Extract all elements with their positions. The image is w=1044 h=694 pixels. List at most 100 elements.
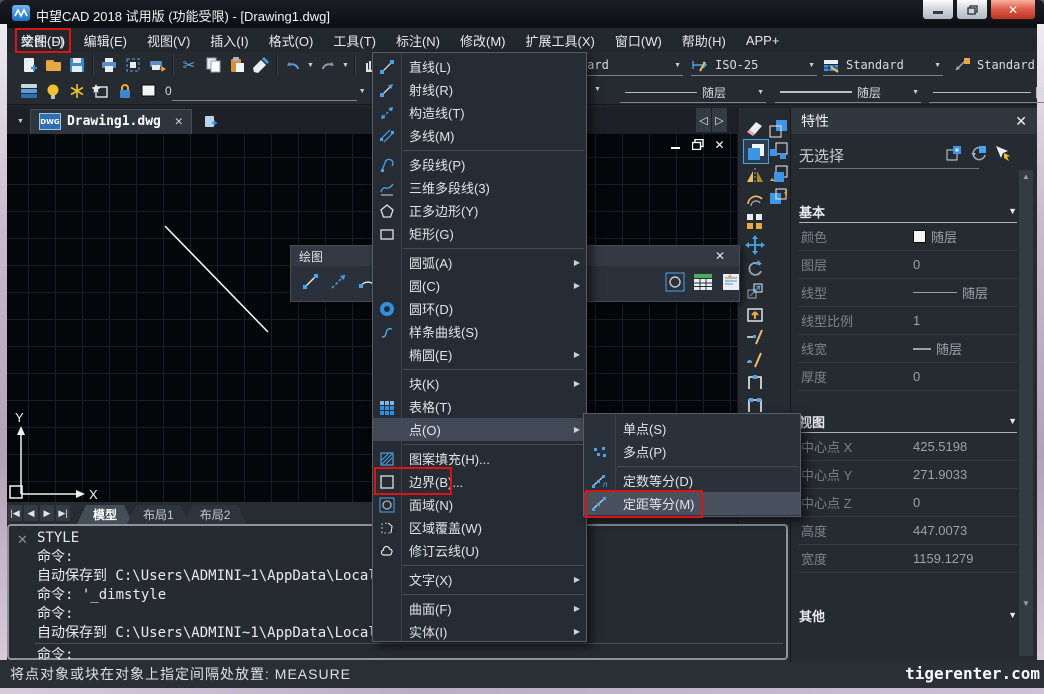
trim-icon[interactable] bbox=[743, 325, 767, 348]
prop-row-linetype-scale[interactable]: 线型比例 1 bbox=[799, 307, 1017, 335]
menu-dimension[interactable]: 标注(N) bbox=[390, 28, 446, 53]
layer-on-bulb-icon[interactable] bbox=[41, 80, 65, 102]
prop-row-height[interactable]: 高度 447.0073 bbox=[799, 517, 1017, 545]
last-tab-button[interactable]: ▶| bbox=[56, 505, 70, 521]
menu-item-ellipse[interactable]: 椭圆(E) ▶ bbox=[373, 343, 586, 366]
open-file-button[interactable] bbox=[41, 54, 65, 76]
menu-item-arc[interactable]: 圆弧(A) ▶ bbox=[373, 251, 586, 274]
section-other-header[interactable]: 其他▼ bbox=[799, 604, 1017, 626]
redo-dropdown-icon[interactable]: ▼ bbox=[340, 62, 351, 69]
menu-item-circle[interactable]: 圆(C) ▶ bbox=[373, 274, 586, 297]
quick-select-icon[interactable] bbox=[945, 144, 963, 167]
tab-model[interactable]: 模型 bbox=[77, 505, 133, 524]
menu-item-revision-cloud[interactable]: 修订云线(U) bbox=[373, 539, 586, 562]
menu-item-polyline[interactable]: 多段线(P) bbox=[373, 153, 586, 176]
menu-item-text[interactable]: 文字(X) ▶ bbox=[373, 568, 586, 591]
dim-style-dropdown[interactable]: ISO-25 ▼ bbox=[691, 55, 817, 76]
send-to-back-icon[interactable] bbox=[766, 139, 790, 162]
mtext-tool-icon[interactable] bbox=[719, 270, 743, 294]
next-tab-button[interactable]: ▶ bbox=[40, 505, 54, 521]
prop-row-center-y[interactable]: 中心点 Y 271.9033 bbox=[799, 461, 1017, 489]
stretch-icon[interactable] bbox=[743, 302, 767, 325]
submenu-item-divide[interactable]: n 定数等分(D) bbox=[584, 469, 800, 492]
line-tool-icon[interactable] bbox=[299, 270, 323, 294]
tab-layout1[interactable]: 布局1 bbox=[127, 505, 190, 524]
floating-toolbar-close-icon[interactable]: ✕ bbox=[715, 249, 725, 263]
prop-row-thickness[interactable]: 厚度 0 bbox=[799, 363, 1017, 391]
scroll-up-icon[interactable]: ▲ bbox=[1019, 172, 1033, 181]
menu-view[interactable]: 视图(V) bbox=[141, 28, 196, 53]
xline-tool-icon[interactable] bbox=[327, 270, 351, 294]
tab-scroll-left-button[interactable]: ◁ bbox=[696, 108, 711, 132]
layer-new-icon[interactable] bbox=[89, 80, 113, 102]
prop-row-center-z[interactable]: 中心点 Z 0 bbox=[799, 489, 1017, 517]
break-at-point-icon[interactable] bbox=[743, 371, 767, 394]
layer-color-swatch[interactable] bbox=[137, 80, 161, 102]
region-tool-icon[interactable] bbox=[663, 270, 687, 294]
move-icon[interactable] bbox=[743, 233, 767, 256]
undo-icon[interactable] bbox=[281, 54, 305, 76]
bring-above-icon[interactable] bbox=[766, 162, 790, 185]
table-tool-icon[interactable] bbox=[691, 270, 715, 294]
menu-item-block[interactable]: 块(K) ▶ bbox=[373, 372, 586, 395]
undo-dropdown-icon[interactable]: ▼ bbox=[305, 62, 316, 69]
menu-item-line[interactable]: 直线(L) bbox=[373, 55, 586, 78]
prop-row-width[interactable]: 宽度 1159.1279 bbox=[799, 545, 1017, 573]
menu-item-point[interactable]: 点(O) ▶ bbox=[373, 418, 586, 441]
erase-icon[interactable] bbox=[743, 116, 767, 139]
new-file-button[interactable] bbox=[17, 54, 41, 76]
plot-button[interactable] bbox=[145, 54, 169, 76]
menu-item-region[interactable]: 面域(N) bbox=[373, 493, 586, 516]
prop-row-center-x[interactable]: 中心点 X 425.5198 bbox=[799, 433, 1017, 461]
menu-item-wipeout[interactable]: 区域覆盖(W) bbox=[373, 516, 586, 539]
plotstyle-dropdown-partial[interactable]: 随层 bbox=[929, 82, 1044, 103]
save-button[interactable] bbox=[65, 54, 89, 76]
redo-icon[interactable] bbox=[316, 54, 340, 76]
offset-icon[interactable] bbox=[743, 187, 767, 210]
doc-list-dropdown-icon[interactable]: ▼ bbox=[15, 118, 26, 125]
new-doc-tab-button[interactable] bbox=[198, 110, 222, 132]
prev-tab-button[interactable]: ◀ bbox=[24, 505, 38, 521]
color-dropdown-arrow[interactable]: ▼ bbox=[592, 86, 603, 93]
prop-row-color[interactable]: 颜色 随层 bbox=[799, 223, 1017, 251]
menu-format[interactable]: 格式(O) bbox=[263, 28, 320, 53]
table-style-dropdown[interactable]: Standard ▼ bbox=[823, 55, 943, 76]
array-icon[interactable] bbox=[743, 210, 767, 233]
scale-icon[interactable] bbox=[743, 279, 767, 302]
section-basic-header[interactable]: 基本▼ bbox=[799, 200, 1017, 223]
layer-freeze-icon[interactable] bbox=[65, 80, 89, 102]
print-button[interactable] bbox=[97, 54, 121, 76]
tab-scroll-right-button[interactable]: ▷ bbox=[712, 108, 727, 132]
doc-tab-drawing1[interactable]: DWG Drawing1.dwg ✕ bbox=[30, 109, 192, 134]
menu-item-polygon[interactable]: 正多边形(Y) bbox=[373, 199, 586, 222]
rotate-icon[interactable] bbox=[743, 256, 767, 279]
extend-icon[interactable] bbox=[743, 348, 767, 371]
prop-row-lineweight[interactable]: 线宽 随层 bbox=[799, 335, 1017, 363]
lineweight-dropdown[interactable]: 随层 ▼ bbox=[775, 82, 921, 103]
doc-tab-close-icon[interactable]: ✕ bbox=[175, 114, 183, 129]
layer-manager-icon[interactable] bbox=[17, 80, 41, 102]
menu-draw[interactable]: 绘图(D) bbox=[15, 28, 71, 53]
command-close-icon[interactable]: ✕ bbox=[17, 532, 28, 548]
layer-dropdown-arrow[interactable]: ▼ bbox=[357, 88, 368, 95]
menu-modify[interactable]: 修改(M) bbox=[454, 28, 512, 53]
menu-item-rectangle[interactable]: 矩形(G) bbox=[373, 222, 586, 245]
copy-icon[interactable] bbox=[201, 54, 225, 76]
submenu-item-multiple-points[interactable]: 多点(P) bbox=[584, 440, 800, 463]
menu-help[interactable]: 帮助(H) bbox=[676, 28, 732, 53]
menu-app-plus[interactable]: APP+ bbox=[740, 30, 786, 51]
layer-lock-icon[interactable] bbox=[113, 80, 137, 102]
match-properties-icon[interactable] bbox=[249, 54, 273, 76]
minimize-button[interactable] bbox=[922, 0, 954, 20]
send-under-icon[interactable] bbox=[766, 185, 790, 208]
menu-express[interactable]: 扩展工具(X) bbox=[520, 28, 601, 53]
menu-item-donut[interactable]: 圆环(D) bbox=[373, 297, 586, 320]
bring-to-front-icon[interactable] bbox=[766, 116, 790, 139]
restore-button[interactable] bbox=[956, 0, 988, 20]
menu-item-surface[interactable]: 曲面(F) ▶ bbox=[373, 597, 586, 620]
mirror-icon[interactable] bbox=[743, 164, 767, 187]
select-objects-icon[interactable] bbox=[969, 144, 987, 167]
toggle-pickadd-icon[interactable] bbox=[993, 144, 1011, 167]
print-preview-button[interactable] bbox=[121, 54, 145, 76]
tab-layout2[interactable]: 布局2 bbox=[184, 505, 247, 524]
